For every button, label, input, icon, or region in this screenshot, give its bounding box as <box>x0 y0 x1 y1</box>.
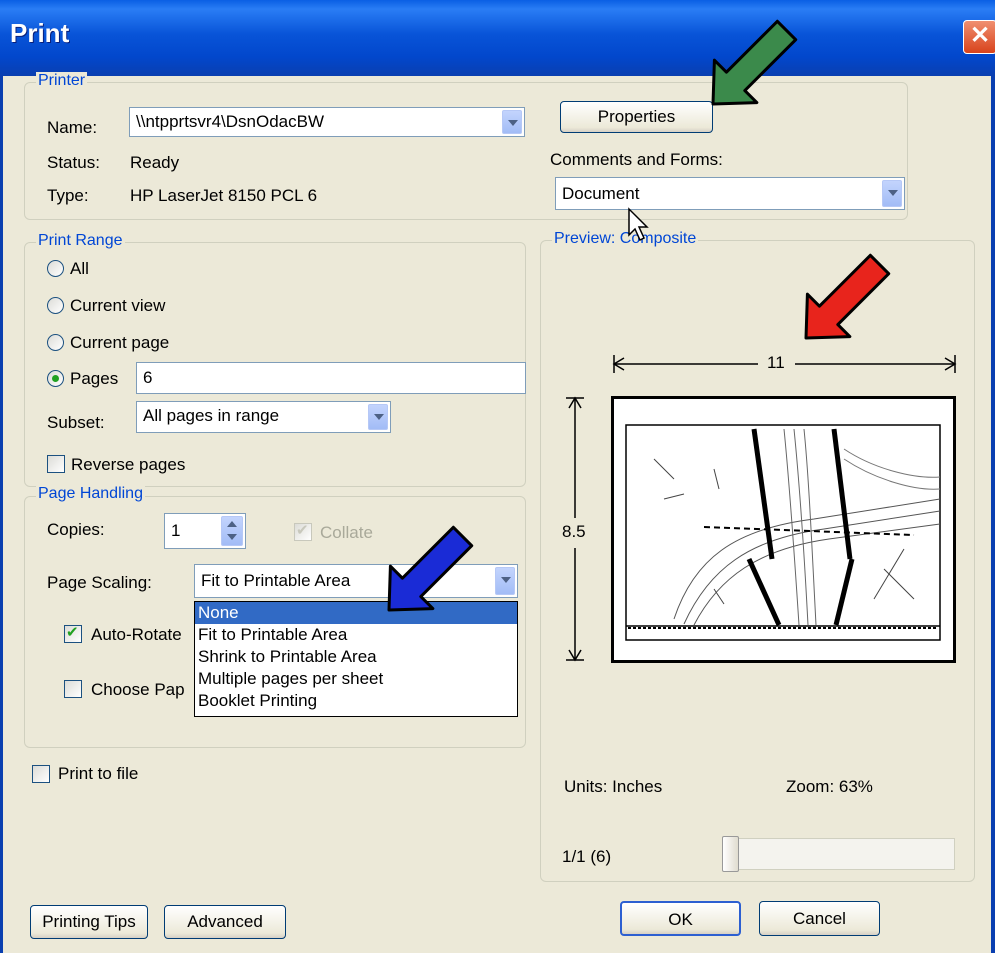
blue-arrow-icon <box>387 525 474 612</box>
annotation-arrows <box>387 19 891 612</box>
green-arrow-icon <box>711 19 798 106</box>
red-arrow-icon <box>804 253 891 340</box>
print-dialog: Print ✕ Printer Name: \\ntpprtsvr4\DsnOd… <box>0 0 995 953</box>
